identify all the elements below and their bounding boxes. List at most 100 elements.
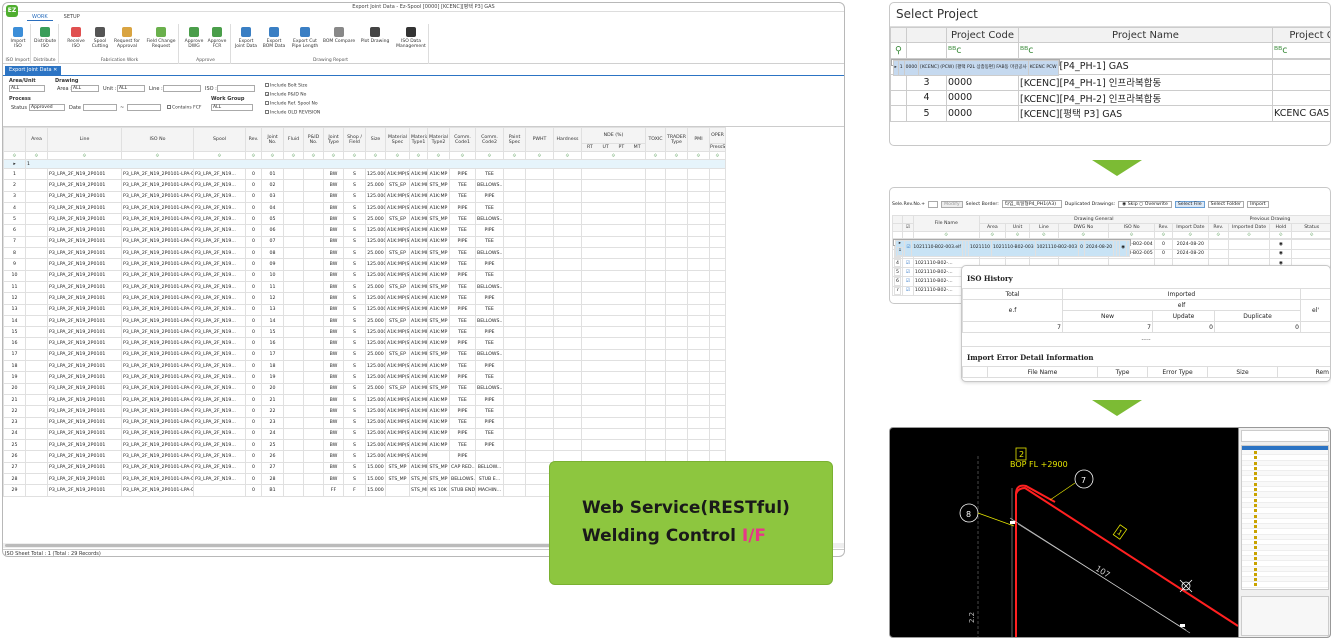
grid-header[interactable]: OPER — [709, 127, 726, 144]
tab-setup[interactable]: SETUP — [59, 13, 85, 21]
table-row[interactable]: 10 P3_LPA_2F_N19_2P0101 P3_LPA_2F_N19_2P01… — [3, 269, 726, 282]
overwrite-radio[interactable]: ○ Overwrite — [1139, 202, 1168, 207]
bom-compare-button[interactable]: BOM Compare — [322, 27, 356, 44]
header-line[interactable]: Line — [1029, 223, 1059, 232]
table-row[interactable]: 2 P3_LPA_2F_N19_2P0101 P3_LPA_2F_N19_2P010… — [3, 179, 726, 192]
project-row[interactable]: 3 0000 [KCENC][P4_PH-1] 인프라복합동 — [890, 74, 1330, 91]
grid-header[interactable]: Comm. Code1 — [449, 127, 476, 152]
modify-button[interactable]: Modify — [941, 200, 963, 208]
grid-header[interactable]: ISO No — [121, 127, 194, 152]
table-row[interactable]: 5 P3_LPA_2F_N19_2P0101 P3_LPA_2F_N19_2P010… — [3, 213, 726, 226]
grid-header[interactable]: Shop / Field — [343, 127, 366, 152]
approve-dwg-button[interactable]: Approve DWG — [183, 27, 205, 49]
export-cut-pipe-length-button[interactable]: Export Cut Pipe Length — [290, 27, 320, 49]
grid-header[interactable]: Rev. — [245, 127, 262, 152]
header-project-name[interactable]: Project Name — [1018, 27, 1273, 43]
table-row[interactable]: 20 P3_LPA_2F_N19_2P0101 P3_LPA_2F_N19_2P01… — [3, 382, 726, 395]
filter-cell[interactable]: ⟐ — [553, 151, 582, 160]
rev-input[interactable] — [928, 200, 939, 208]
row-checkbox[interactable]: ☑ — [904, 240, 913, 257]
areaunit-select[interactable]: ALL — [9, 85, 45, 92]
filter-cell[interactable]: ⟐ — [193, 151, 246, 160]
table-row[interactable]: 6 P3_LPA_2F_N19_2P0101 P3_LPA_2F_N19_2P010… — [3, 224, 726, 237]
filter-cell[interactable] — [901, 230, 914, 240]
export-bom-data-button[interactable]: Export BOM Data — [261, 27, 287, 49]
table-row[interactable]: 1 P3_LPA_2F_N19_2P0101 P3_LPA_2F_N19_2P010… — [3, 167, 726, 181]
grid-header[interactable]: Line — [47, 127, 122, 152]
select-all-checkbox[interactable]: ☑ — [901, 223, 914, 232]
filter-cell[interactable]: ⟐ — [1108, 230, 1156, 240]
grid-header[interactable]: Joint No. — [261, 127, 284, 152]
tab-work[interactable]: WORK — [27, 13, 53, 21]
table-row[interactable]: 25 P3_LPA_2F_N19_2P0101 P3_LPA_2F_N19_2P01… — [3, 439, 726, 452]
filter-cell[interactable]: ⟐ — [475, 151, 504, 160]
table-row[interactable]: 21 P3_LPA_2F_N19_2P0101 P3_LPA_2F_N19_2P01… — [3, 393, 726, 407]
table-row[interactable]: 13 P3_LPA_2F_N19_2P0101 P3_LPA_2F_N19_2P01… — [3, 303, 726, 316]
iso-row[interactable]: ▸1 ☑ 1021110-B02-003.elf 1021110 1021110-B02… — [892, 239, 1132, 257]
table-row[interactable]: 4 P3_LPA_2F_N19_2P0101 P3_LPA_2F_N19_2P010… — [3, 201, 726, 215]
filter-cell[interactable]: ⟐ — [525, 151, 554, 160]
filter-cell[interactable]: ⟐ — [1057, 230, 1110, 240]
filter-cell[interactable]: ⟐ — [665, 151, 688, 160]
receive-iso-button[interactable]: Receive ISO — [65, 27, 87, 49]
header-project-client[interactable]: Project C — [1272, 27, 1330, 43]
approve-fcr-button[interactable]: Approve FCR — [206, 27, 228, 49]
filter-icon[interactable]: ⚲ — [890, 42, 907, 59]
header-imported-date[interactable]: Imported Date — [1227, 223, 1271, 232]
table-row[interactable]: 22 P3_LPA_2F_N19_2P0101 P3_LPA_2F_N19_2P01… — [3, 405, 726, 418]
doc-tab-export-joint-data[interactable]: Export Joint Data ✕ — [5, 66, 62, 75]
header-area[interactable]: Area — [978, 223, 1007, 232]
grid-header[interactable]: Paint Spec — [503, 127, 526, 152]
grid-header[interactable]: Fluid — [283, 127, 304, 152]
status-select[interactable]: Approved — [29, 104, 65, 111]
table-row[interactable]: 15 P3_LPA_2F_N19_2P0101 P3_LPA_2F_N19_2P01… — [3, 326, 726, 339]
header-iso-no[interactable]: ISO No — [1108, 223, 1156, 232]
plot-drawing-button[interactable]: Plot Drawing — [359, 27, 391, 44]
project-row[interactable]: 5 0000 [KCENC][평택 P3] GAS KCENC GAS — [890, 105, 1330, 122]
filter-client[interactable]: ᴮᴮc — [1272, 42, 1330, 59]
grid-header[interactable]: NDE (%) — [581, 127, 646, 144]
include-option-checkbox[interactable]: Include Ref. Spool No — [265, 101, 318, 107]
contains-fcf-checkbox[interactable]: Contains FCF — [167, 105, 201, 111]
grid-header[interactable]: P&ID No. — [303, 127, 324, 152]
grid-header[interactable]: TOXIC — [645, 127, 666, 152]
table-row[interactable]: 9 P3_LPA_2F_N19_2P0101 P3_LPA_2F_N19_2P010… — [3, 258, 726, 271]
include-option-checkbox[interactable]: ✓Include P&ID No — [265, 92, 306, 98]
header-dwg-no[interactable]: DWG No — [1057, 223, 1110, 232]
close-icon[interactable]: ✕ — [53, 67, 57, 73]
header-rev[interactable]: Rev. — [1154, 223, 1173, 232]
filter-cell[interactable]: ⟐ — [25, 151, 48, 160]
filter-cell[interactable]: ⟐ — [245, 151, 262, 160]
grid-header[interactable] — [3, 127, 26, 152]
import-iso-button[interactable]: Import ISO — [7, 27, 29, 49]
row-checkbox[interactable]: ☑ — [901, 285, 914, 297]
border-select[interactable]: 타입_욕일형P4_PH1(A3) — [1001, 200, 1062, 208]
filter-cell[interactable] — [892, 230, 903, 240]
date-to-input[interactable] — [127, 104, 161, 111]
filter-cell[interactable]: ⟐ — [1004, 230, 1031, 240]
project-row[interactable]: 4 0000 [KCENC][P4_PH-2] 인프라복합동 — [890, 89, 1330, 106]
hold-radio[interactable]: ◉ — [1119, 240, 1128, 257]
table-row[interactable]: 16 P3_LPA_2F_N19_2P0101 P3_LPA_2F_N19_2P01… — [3, 337, 726, 350]
header-hold[interactable]: Hold — [1269, 223, 1293, 232]
filter-cell[interactable]: ⟐ — [503, 151, 526, 160]
scroll-thumb[interactable] — [5, 544, 605, 547]
hold-radio[interactable]: ◉ — [1269, 248, 1293, 259]
spool-cutting-button[interactable]: Spool Cutting — [89, 27, 111, 49]
filter-cell[interactable]: ⟐ — [385, 151, 410, 160]
filter-cell[interactable]: ⟐ — [1029, 230, 1059, 240]
grid-header[interactable]: Joint Type — [323, 127, 344, 152]
filter-cell[interactable]: ⟐ — [1171, 230, 1209, 240]
filter-name[interactable]: ᴮᴮc — [1018, 42, 1273, 59]
grid-header[interactable]: Material Spec — [385, 127, 410, 152]
table-row[interactable]: 24 P3_LPA_2F_N19_2P0101 P3_LPA_2F_N19_2P01… — [3, 427, 726, 441]
grid-header[interactable]: Size — [365, 127, 386, 152]
select-folder-button[interactable]: Select Folder — [1207, 200, 1245, 208]
nde-sub-header[interactable]: RT — [583, 145, 598, 150]
grid-header[interactable]: Area — [25, 127, 48, 152]
hold-radio[interactable]: ◉ — [1269, 239, 1293, 250]
area-select[interactable]: ALL — [71, 85, 99, 92]
table-row[interactable]: 8 P3_LPA_2F_N19_2P0101 P3_LPA_2F_N19_2P010… — [3, 247, 726, 260]
filter-cell[interactable]: ⟐ — [365, 151, 386, 160]
filter-cell[interactable]: ⟐ — [645, 151, 666, 160]
